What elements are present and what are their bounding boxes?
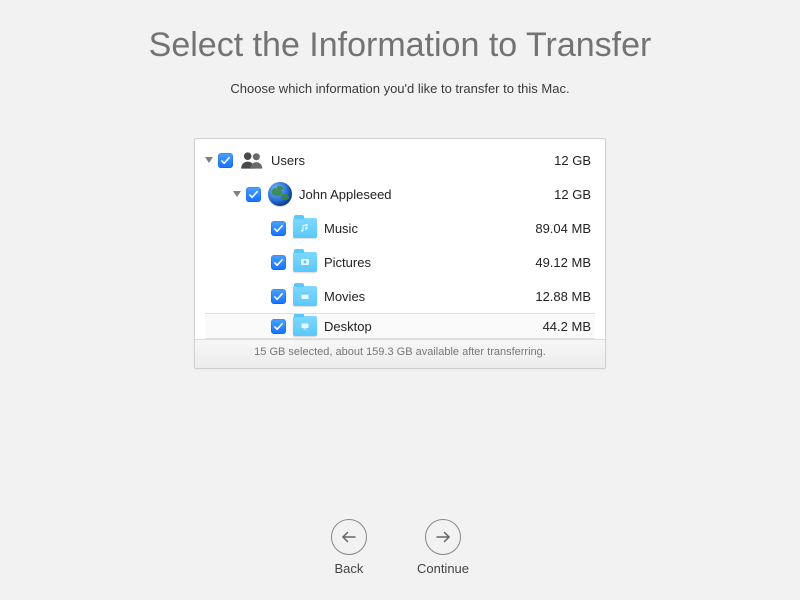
globe-icon: [267, 181, 293, 207]
tree-label: Pictures: [324, 255, 535, 270]
users-icon: [239, 147, 265, 173]
pictures-folder-icon: [292, 249, 318, 275]
tree-row-desktop[interactable]: Desktop 44.2 MB: [205, 313, 595, 339]
checkbox-user[interactable]: [246, 187, 261, 202]
page-title: Select the Information to Transfer: [0, 0, 800, 65]
tree-label: Desktop: [324, 319, 543, 334]
tree-row-pictures[interactable]: Pictures 49.12 MB: [205, 245, 595, 279]
tree-row-users[interactable]: Users 12 GB: [205, 143, 595, 177]
movies-folder-icon: [292, 283, 318, 309]
tree-size: 44.2 MB: [543, 319, 595, 334]
tree-size: 49.12 MB: [535, 255, 595, 270]
back-label: Back: [335, 561, 364, 576]
arrow-right-icon: [425, 519, 461, 555]
checkbox-movies[interactable]: [271, 289, 286, 304]
tree-row-user[interactable]: John Appleseed 12 GB: [205, 177, 595, 211]
tree-label: Users: [271, 153, 554, 168]
status-bar: 15 GB selected, about 159.3 GB available…: [195, 339, 605, 368]
tree-label: John Appleseed: [299, 187, 554, 202]
tree-label: Movies: [324, 289, 535, 304]
tree-row-music[interactable]: Music 89.04 MB: [205, 211, 595, 245]
info-tree[interactable]: Users 12 GB John Appleseed 12 GB: [195, 139, 605, 339]
back-button[interactable]: Back: [331, 519, 367, 576]
transfer-panel: Users 12 GB John Appleseed 12 GB: [194, 138, 606, 369]
arrow-left-icon: [331, 519, 367, 555]
checkbox-music[interactable]: [271, 221, 286, 236]
tree-size: 12 GB: [554, 153, 595, 168]
desktop-folder-icon: [292, 313, 318, 339]
disclosure-triangle-icon[interactable]: [205, 157, 213, 163]
tree-row-movies[interactable]: Movies 12.88 MB: [205, 279, 595, 313]
page-subtitle: Choose which information you'd like to t…: [0, 81, 800, 96]
continue-button[interactable]: Continue: [417, 519, 469, 576]
music-folder-icon: [292, 215, 318, 241]
checkbox-desktop[interactable]: [271, 319, 286, 334]
checkbox-pictures[interactable]: [271, 255, 286, 270]
nav-buttons: Back Continue: [0, 519, 800, 576]
disclosure-triangle-icon[interactable]: [233, 191, 241, 197]
tree-size: 12.88 MB: [535, 289, 595, 304]
checkbox-users[interactable]: [218, 153, 233, 168]
tree-size: 12 GB: [554, 187, 595, 202]
tree-label: Music: [324, 221, 535, 236]
tree-size: 89.04 MB: [535, 221, 595, 236]
continue-label: Continue: [417, 561, 469, 576]
